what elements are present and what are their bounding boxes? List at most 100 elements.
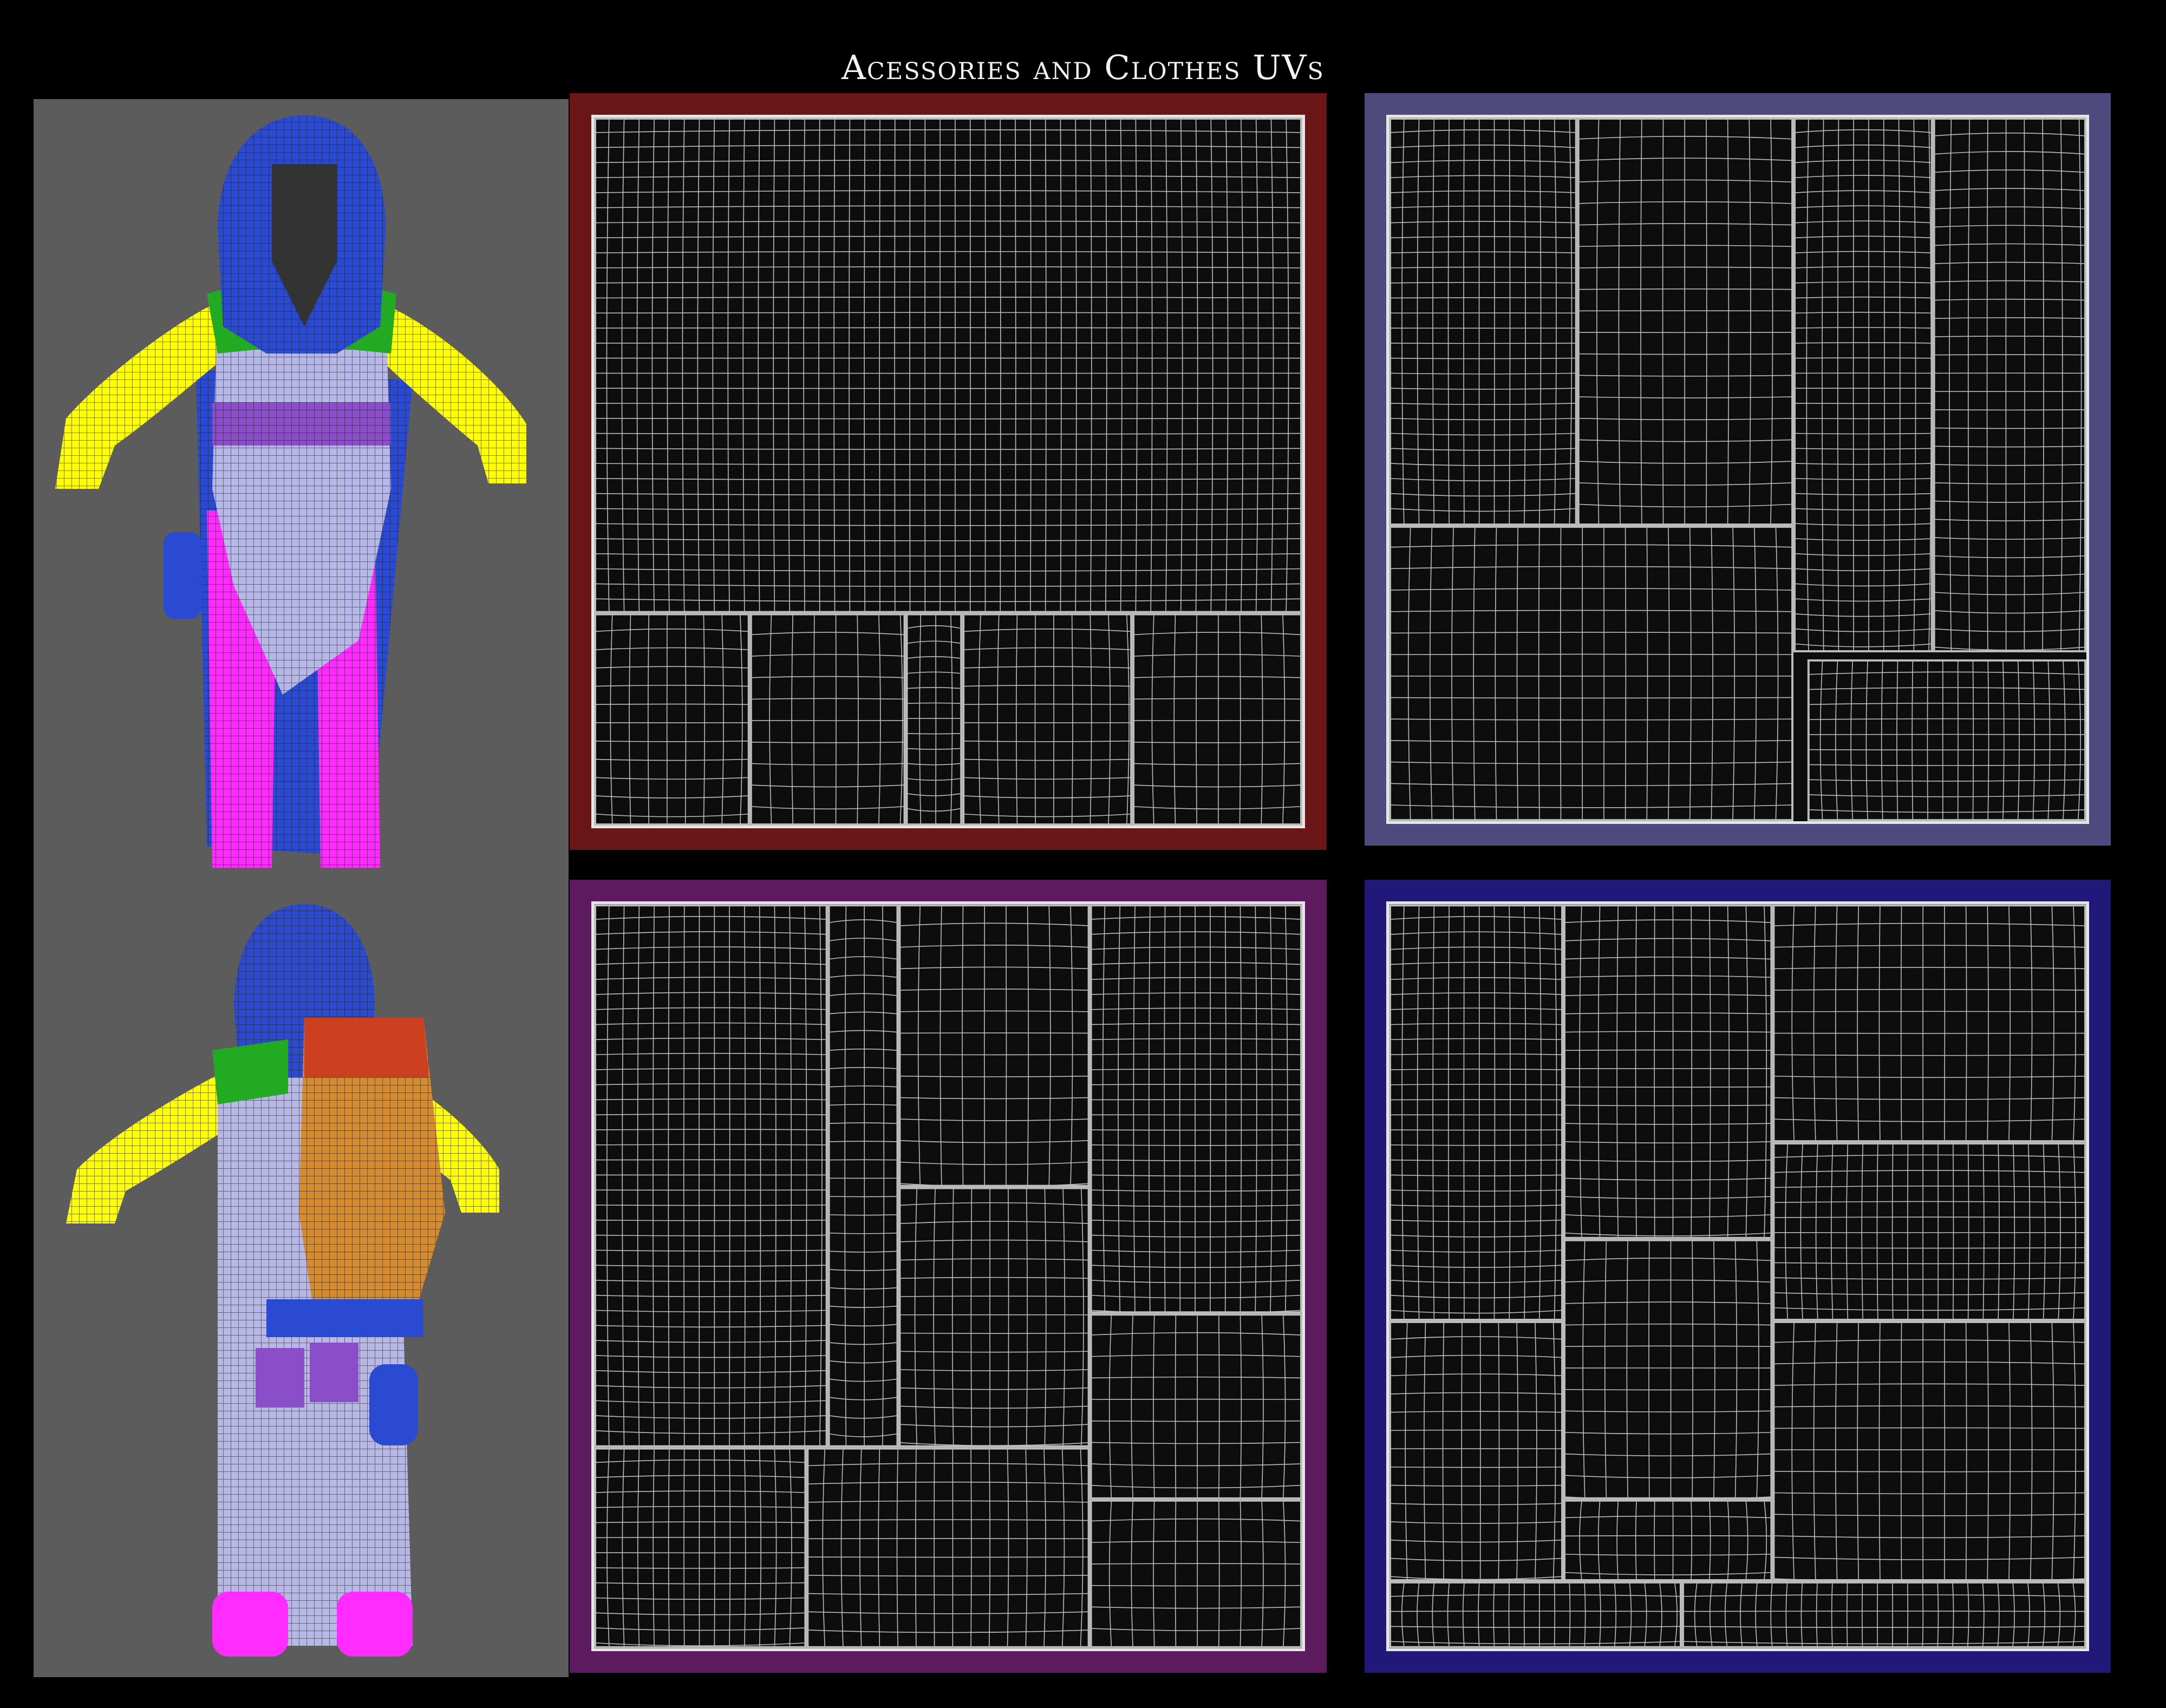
uv-edge: [1391, 1626, 1680, 1628]
uv-edge: [1579, 461, 1792, 464]
uv-edge: [1565, 1232, 1771, 1236]
uv-edge: [1391, 1023, 1562, 1025]
uv-edge: [1987, 1323, 1989, 1580]
uv-edge: [1689, 527, 1692, 819]
uv-edge: [1565, 1572, 1771, 1575]
uv-edge: [1092, 1249, 1301, 1253]
uv-edge: [1061, 1449, 1065, 1646]
uv-edge: [1108, 615, 1111, 824]
uv-edge: [1579, 353, 1792, 355]
uv-edge: [1565, 1554, 1771, 1556]
uv-edge: [1151, 615, 1154, 824]
uv-edge: [859, 1449, 862, 1646]
uv-edge: [830, 1324, 897, 1327]
uv-edge: [1668, 527, 1670, 819]
uv-edge: [1447, 1583, 1450, 1646]
uv-edge: [830, 956, 897, 960]
uv-edge: [1391, 1411, 1562, 1413]
uv-edge: [1935, 482, 2085, 485]
uv-edge: [1509, 906, 1511, 1319]
uv-edge: [596, 1219, 826, 1221]
uv-edge: [1034, 615, 1036, 824]
uv-edge: [1795, 553, 1931, 557]
uv-edge: [1108, 1501, 1112, 1646]
uv-edge: [1795, 266, 1931, 269]
uv-edge: [901, 1424, 1088, 1428]
uv-edge: [1949, 120, 1952, 651]
uv-edge: [822, 1449, 825, 1646]
uv-edge: [803, 119, 805, 611]
uv-edge: [596, 448, 1301, 450]
uv-edge: [901, 1277, 1088, 1279]
uv-edge: [1927, 661, 1928, 819]
uv-edge: [1493, 120, 1495, 524]
uv-edge: [1524, 906, 1526, 1319]
uv-edge: [1391, 1429, 1562, 1431]
uv-edge: [1795, 235, 1931, 239]
front-view-wireframe: [55, 115, 526, 868]
uv-edge: [808, 1593, 1088, 1595]
uv-edge: [901, 1369, 1088, 1371]
uv-edge: [1391, 916, 1562, 920]
uv-edge: [1774, 989, 2085, 991]
uv-edge: [1000, 119, 1001, 611]
uv-edge: [1224, 906, 1226, 1312]
uv-edge: [1391, 433, 1575, 436]
uv-edge: [1709, 1583, 1713, 1646]
uv-edge: [1659, 1583, 1662, 1646]
uv-edge: [844, 906, 847, 1445]
uv-edge: [2027, 1144, 2031, 1319]
uv-edge: [596, 417, 1301, 420]
uv-edge: [819, 906, 823, 1445]
uv-edge: [721, 615, 724, 824]
uv-edge: [1795, 538, 1931, 541]
uv-edge: [2072, 1583, 2076, 1646]
uv-edge: [1092, 1294, 1301, 1299]
uv-edge: [901, 1387, 1088, 1390]
uv-edge: [1025, 1449, 1028, 1646]
uv-edge: [1478, 1583, 1480, 1646]
uv-edge: [1795, 220, 1931, 224]
uv-edge: [2008, 1323, 2011, 1580]
uv-edge: [1684, 1594, 2085, 1597]
uv-edge: [622, 1449, 625, 1646]
uv-edge: [1391, 1084, 1562, 1085]
uv-edge: [1539, 120, 1542, 524]
uv-edge: [1795, 508, 1931, 511]
uv-edge: [1626, 1241, 1628, 1497]
uv-edge: [596, 1022, 826, 1025]
uv-edge: [1579, 288, 1792, 290]
uv-edge: [1270, 906, 1273, 1312]
uv-edge: [1774, 1076, 2085, 1078]
uv-edge: [1092, 1442, 1301, 1444]
uv-edge: [596, 538, 1301, 541]
uv-edge: [830, 1433, 897, 1437]
uv-edge: [1092, 1420, 1301, 1422]
uv-edge: [1432, 1583, 1435, 1646]
uv-edge: [1092, 977, 1301, 980]
uv-edge: [1391, 1576, 1562, 1580]
uv-edge: [1569, 119, 1573, 524]
uv-edge: [2032, 661, 2035, 820]
uv-edge: [1878, 1323, 1881, 1580]
uv-island: [898, 904, 1090, 1187]
uv-edge: [596, 703, 748, 705]
uv-edge: [1982, 1583, 1985, 1646]
uv-edge: [901, 1351, 1088, 1353]
uv-edge: [596, 1083, 826, 1085]
uv-edge: [1391, 1069, 1562, 1070]
uv-edge: [964, 685, 1131, 687]
uv-island: [1132, 613, 1302, 826]
uv-edge: [1092, 992, 1301, 995]
uv-edge: [901, 1161, 1088, 1165]
uv-edge: [789, 1449, 792, 1646]
uv-edge: [1857, 1323, 1859, 1580]
uv-edge: [596, 916, 826, 920]
uv-edge: [1565, 1196, 1771, 1200]
uv-edge: [714, 1449, 715, 1646]
uv-edge: [964, 795, 1131, 799]
uv-sheet-accessories: [1365, 880, 2111, 1673]
uv-edge: [1565, 1258, 1771, 1261]
uv-edge: [1774, 1201, 2085, 1203]
uv-island: [594, 613, 750, 826]
